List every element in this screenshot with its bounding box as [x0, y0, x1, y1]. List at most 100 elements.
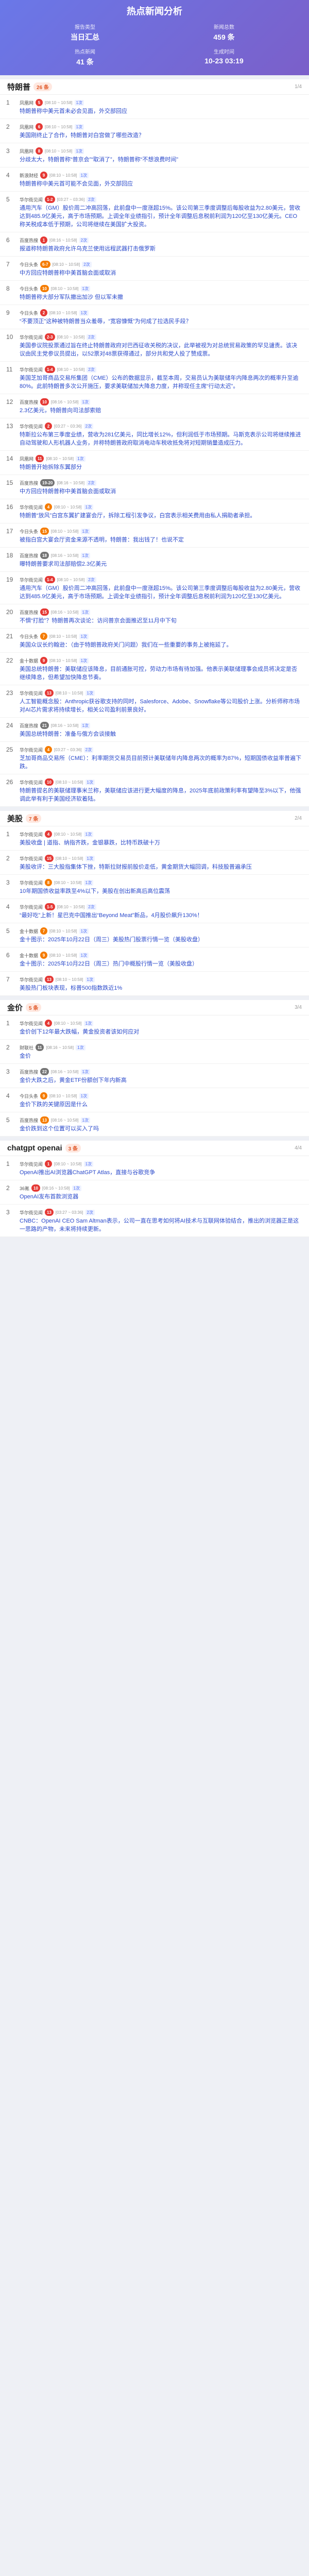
news-title-link[interactable]: CNBC：OpenAI CEO Sam Altman表示，公司一直在思考如何将A…	[20, 1218, 299, 1232]
item-time-range: [08:16 ~ 10:58]	[57, 480, 85, 485]
item-time-range: [03:27 ~ 03:36]	[55, 1210, 83, 1215]
stat-generated-time: 生成时间 10-23 03:19	[154, 47, 294, 67]
rank-badge: 4	[45, 746, 53, 753]
news-title-link[interactable]: 金价	[20, 1053, 31, 1059]
news-title-link[interactable]: 金价大跌之后，黄金ETF份额创下年内新高	[20, 1077, 127, 1083]
news-title-link[interactable]: 人工智能概念股：Anthropic获谷歌支持的同时，Salesforce、Ado…	[20, 699, 300, 713]
news-title-link[interactable]: 通用汽车（GM）股价周二冲高回落，此前盘中一度涨超15%。该公司第三季度调整后每…	[20, 585, 300, 600]
rank-badge: 22	[40, 1068, 49, 1075]
news-title-link[interactable]: 美国总统特朗普：准备与俄方会谈接触	[20, 731, 116, 737]
item-number: 14	[6, 455, 13, 462]
news-item: 4 华尔街见闻 1-5 [08:10 ~ 10:58] 2次 “最好吃”上新！星…	[0, 899, 309, 923]
item-time-range: [08:10 ~ 10:58]	[55, 779, 83, 785]
news-title-link[interactable]: 美国芝加哥商品交易所集团（CME）公布的数据显示，截至本周，交易员认为美联储年内…	[20, 375, 298, 389]
item-meta: 今日头条 6-7 [08:10 ~ 10:58] 2次	[20, 260, 302, 269]
rank-badge: 15	[45, 855, 54, 862]
news-title-link[interactable]: 金十图示：2025年10月22日（周三）热门中概股行情一览（美股收盘）	[20, 961, 198, 967]
item-meta: 百度热搜 13 [08:16 ~ 10:58] 1次	[20, 1115, 302, 1125]
item-body: 财联社 11 [08:16 ~ 10:58] 1次 金价	[20, 1043, 302, 1060]
item-source: 今日头条	[20, 286, 39, 292]
news-item: 2 凤凰网 6 [08:10 ~ 10:58] 1次 美国刚终止了合作，特朗普对…	[0, 119, 309, 143]
news-title-link[interactable]: 通用汽车（GM）股价周二冲高回落，此前盘中一度涨超15%。该公司第三季度调整后每…	[20, 205, 300, 228]
news-title-link[interactable]: 特朗普称大部分军队撤出加沙 但以军未撤	[20, 294, 123, 300]
rank-badge: 10	[31, 1184, 40, 1192]
news-title-link[interactable]: 金价创下12年最大跌幅，黄金投资者该如何应对	[20, 1029, 139, 1035]
item-body: 金十数据 9 [08:10 ~ 10:58] 1次 金十图示：2025年10月2…	[20, 951, 302, 968]
news-title-link[interactable]: OpenAI发布首款浏览器	[20, 1194, 78, 1200]
item-number: 1	[6, 1160, 10, 1167]
item-source: 百度热搜	[20, 399, 39, 405]
news-title-link[interactable]: OpenAI推出AI浏览器ChatGPT Atlas，直接与谷歌竞争	[20, 1170, 155, 1176]
news-title-link[interactable]: 美股收盘 | 道指、纳指齐跌，金银暴跌，比特币跌破十万	[20, 840, 160, 846]
item-occurrence-tag: 1次	[85, 779, 95, 785]
news-item: 3 华尔街见闻 13 [03:27 ~ 03:36] 2次 CNBC：OpenA…	[0, 1205, 309, 1237]
item-occurrence-tag: 1次	[72, 1185, 81, 1191]
news-item: 7 华尔街见闻 13 [08:10 ~ 10:58] 1次 美股热门板块表现，标…	[0, 972, 309, 996]
news-title-link[interactable]: 芝加哥商品交易所（CME）：利率期货交易员目前预计美联储年内降息两次的概率为87…	[20, 755, 301, 770]
rank-badge: 1	[45, 1160, 53, 1167]
item-occurrence-tag: 1次	[80, 552, 90, 558]
news-title-link[interactable]: 特朗普提名的美联储理事米兰称，美联储应该进行更大幅度的降息，2025年底前政策利…	[20, 788, 301, 802]
news-title-link[interactable]: 美国总统特朗普：美联储应该降息，目前通胀可控，劳动力市场有待加强。他表示美联储理…	[20, 666, 297, 681]
news-title-link[interactable]: 特朗普称中美元首未必会见面，外交部回应	[20, 108, 127, 114]
news-title-link[interactable]: 美国刚终止了合作，特朗普对白宫做了哪些改造？	[20, 132, 144, 139]
section-title-wrap: chatgpt openai 3 条	[7, 1144, 81, 1153]
rank-badge: 11	[36, 455, 44, 462]
item-occurrence-tag: 1次	[79, 310, 89, 316]
section-rank: 4/4	[295, 1145, 302, 1151]
news-title-link[interactable]: “不要顶正”这种被特朗普当众羞辱，“宽容慷慨”为何成了拉选民手段？	[20, 318, 192, 325]
news-item: 1 凤凰网 5 [08:10 ~ 10:58] 1次 特朗普称中美元首未必会见面…	[0, 95, 309, 119]
news-section: 美股 7 条 2/4 1 华尔街见闻 4 [08:10 ~ 10:58] 1次 …	[0, 811, 309, 996]
news-title-link[interactable]: 金价跌到这个位置可以买入了吗	[20, 1126, 99, 1132]
news-title-link[interactable]: 中方回应特朗普称中美首脑会面或取消	[20, 488, 116, 495]
news-title-link[interactable]: 特朗普“放风”白宫东翼扩建宴会厅，拆除工程引发争议，白宫表示相关费用由私人捐助者…	[20, 513, 255, 519]
item-occurrence-tag: 1次	[74, 148, 84, 154]
item-source: 华尔街见闻	[20, 1021, 43, 1026]
item-time-range: [08:16 ~ 10:58]	[50, 723, 79, 728]
item-number: 1	[6, 99, 10, 106]
news-title-link[interactable]: “最好吃”上新！星巴克中国推出“Beyond Meat”新品，4月股价飙升130…	[20, 912, 203, 919]
item-body: 今日头条 15 [08:10 ~ 10:58] 1次 被指白宫大宴会厅资金来源不…	[20, 527, 302, 544]
news-title-link[interactable]: 报道称特朗普政府允许乌克兰使用远程武器打击俄罗斯	[20, 246, 156, 252]
news-title-link[interactable]: 金十图示：2025年10月22日（周三）美股热门股票行情一览（美股收盘）	[20, 937, 203, 943]
item-source: 华尔街见闻	[20, 1161, 43, 1167]
item-time-range: [08:10 ~ 10:58]	[45, 124, 73, 129]
item-time-range: [08:10 ~ 10:58]	[54, 880, 82, 885]
news-title-link[interactable]: 金价下跌的关键原因是什么	[20, 1101, 88, 1108]
item-meta: 华尔街见闻 10 [08:10 ~ 10:58] 1次	[20, 777, 302, 787]
stat-label: 热点新闻	[75, 49, 95, 55]
news-title-link[interactable]: 2.3亿美元，特朗普向司法部索赔	[20, 408, 101, 414]
item-source: 凤凰网	[20, 124, 34, 130]
rank-badge: 4	[45, 831, 53, 838]
news-title-link[interactable]: 不惧“打脸”？特朗普再次谈论：访问普京会面推迟至11月中下旬	[20, 618, 177, 624]
news-title-link[interactable]: 美股热门板块表现，标普500指数跌近1%	[20, 985, 122, 991]
news-item: 7 今日头条 6-7 [08:10 ~ 10:58] 2次 中方回应特朗普称中美…	[0, 257, 309, 281]
news-title-link[interactable]: 被指白宫大宴会厅资金来源不透明，特朗普：我出钱了！也说不定	[20, 537, 184, 543]
rank-badge: 9	[40, 1092, 48, 1099]
news-title-link[interactable]: 美股收评：三大股指集体下挫，特斯拉财报前股价走低，黄金期货大幅回调，科技股普遍承…	[20, 864, 252, 870]
item-number: 2	[6, 1044, 10, 1051]
news-title-link[interactable]: 特朗普开始拆除东翼部分	[20, 464, 82, 470]
item-body: 华尔街见闻 15 [08:10 ~ 10:58] 1次 美股收评：三大股指集体下…	[20, 854, 302, 871]
news-item: 2 36氪 10 [08:16 ~ 10:58] 1次 OpenAI发布首款浏览…	[0, 1180, 309, 1205]
item-time-range: [08:10 ~ 10:58]	[52, 262, 80, 267]
item-meta: 华尔街见闻 4 [03:27 ~ 03:36] 2次	[20, 745, 302, 754]
stat-value: 41 条	[76, 58, 94, 66]
news-title-link[interactable]: 分歧太大，特朗普称“普京会”“取消了”，特朗普称“不想浪费时间”	[20, 157, 178, 163]
section-title: chatgpt openai	[7, 1144, 62, 1153]
section-count-badge: 3 条	[65, 1144, 81, 1153]
news-title-link[interactable]: 特朗普称中美元首可能不会见面，外交部回应	[20, 181, 133, 187]
news-title-link[interactable]: 特斯拉公布第三季度业绩，营收为281亿美元，同比增长12%，但利润低于市场预期。…	[20, 432, 301, 446]
section-title: 金价	[7, 1004, 23, 1012]
news-title-link[interactable]: 美国参议院投票通过旨在终止特朗普政府对巴西征收关税的决议，此举被视为对总统贸易政…	[20, 343, 297, 357]
item-source: 金十数据	[20, 953, 39, 958]
item-meta: 今日头条 10 [08:10 ~ 10:58] 1次	[20, 284, 302, 293]
news-title-link[interactable]: 中方回应特朗普称中美首脑会面或取消	[20, 270, 116, 276]
item-time-range: [08:10 ~ 10:58]	[54, 1021, 82, 1026]
news-title-link[interactable]: 美国众议长约翰逊：（由于特朗普政府关门问题）我们在一些重要的事务上被拖延了。	[20, 642, 232, 648]
news-title-link[interactable]: 10年期国债收益率跌至4%以下，美股在创出新高后高位震荡	[20, 888, 170, 894]
item-source: 华尔街见闻	[20, 779, 43, 785]
news-title-link[interactable]: 曝特朗普要求司法部赔偿2.3亿美元	[20, 561, 107, 567]
rank-badge: 9	[40, 952, 48, 959]
item-source: 凤凰网	[20, 100, 34, 106]
